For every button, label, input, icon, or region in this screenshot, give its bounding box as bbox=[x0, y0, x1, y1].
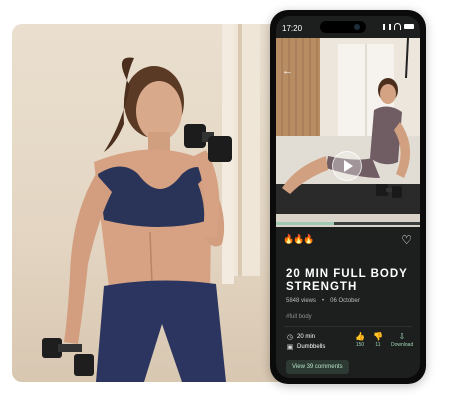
download-label: Download bbox=[391, 342, 414, 348]
equipment-value: Dumbbells bbox=[297, 344, 326, 350]
cloud-download-icon: ⇩ bbox=[398, 332, 406, 341]
clock-icon: ◷ bbox=[286, 334, 294, 341]
heart-icon[interactable]: ♡ bbox=[401, 233, 412, 247]
hashtag-link[interactable]: #full body bbox=[286, 314, 312, 320]
phone-frame: 17:20 ← 🔥🔥🔥 ♡ 20 MIN FULL BODY STRENGTH … bbox=[270, 10, 426, 384]
status-time: 17:20 bbox=[282, 24, 303, 33]
workout-title: 20 MIN FULL BODY STRENGTH bbox=[286, 268, 408, 293]
duration-value: 20 min bbox=[297, 334, 316, 340]
signal-icon bbox=[383, 23, 391, 30]
view-count: 5848 views bbox=[286, 298, 317, 304]
status-icons bbox=[383, 23, 414, 30]
reaction-row: 🔥🔥🔥 ♡ bbox=[283, 233, 413, 248]
video-player[interactable]: ← bbox=[276, 38, 420, 227]
camera-icon bbox=[354, 24, 360, 30]
like-count: 150 bbox=[355, 342, 365, 348]
divider bbox=[284, 326, 412, 327]
status-bar: 17:20 bbox=[276, 16, 420, 36]
dumbbell-icon: ▣ bbox=[286, 344, 294, 351]
camera-notch bbox=[320, 21, 366, 33]
dislike-count: 11 bbox=[375, 342, 381, 348]
video-progress-bar[interactable] bbox=[276, 222, 420, 225]
dislike-button[interactable]: 👎 11 bbox=[367, 332, 389, 348]
publish-date: 06 October bbox=[330, 298, 360, 304]
battery-icon bbox=[404, 24, 414, 29]
view-comments-button[interactable]: View 39 comments bbox=[286, 360, 349, 374]
equipment-row: ▣ Dumbbells bbox=[286, 342, 326, 352]
action-buttons: 👍 150 👎 11 ⇩ Download bbox=[349, 332, 413, 356]
workout-stats: 5848 views • 06 October bbox=[286, 298, 360, 304]
thumbs-down-icon: 👎 bbox=[373, 332, 383, 341]
download-button[interactable]: ⇩ Download bbox=[391, 332, 413, 348]
arrow-left-icon[interactable]: ← bbox=[282, 66, 293, 77]
workout-info: ◷ 20 min ▣ Dumbbells bbox=[286, 332, 326, 352]
app-screen: 17:20 ← 🔥🔥🔥 ♡ 20 MIN FULL BODY STRENGTH … bbox=[276, 16, 420, 378]
duration-row: ◷ 20 min bbox=[286, 332, 325, 342]
wifi-icon bbox=[394, 23, 401, 30]
play-icon[interactable] bbox=[332, 151, 362, 181]
flame-icon: 🔥🔥🔥 bbox=[283, 234, 315, 244]
video-progress-fill bbox=[276, 222, 334, 225]
separator-dot: • bbox=[322, 298, 325, 304]
